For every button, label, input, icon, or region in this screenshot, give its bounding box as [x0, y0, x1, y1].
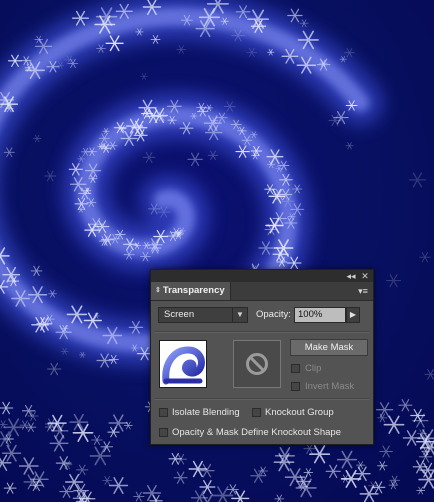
artwork-thumbnail[interactable] [159, 340, 207, 388]
close-icon[interactable]: ✕ [359, 270, 371, 282]
blend-mode-value: Screen [164, 309, 195, 320]
invert-mask-checkbox[interactable] [291, 382, 300, 391]
make-mask-button[interactable]: Make Mask [290, 339, 368, 356]
opacity-input[interactable]: 100% [294, 307, 346, 323]
isolate-blending-label: Isolate Blending [172, 407, 240, 418]
knockout-group-checkbox[interactable] [252, 408, 261, 417]
blend-mode-dropdown[interactable]: Screen ▼ [158, 307, 248, 323]
knockout-group-label: Knockout Group [265, 407, 334, 418]
opacity-slider-arrow-icon[interactable]: ▶ [346, 307, 360, 323]
panel-tab-row: ⇕ Transparency ▾≡ [151, 282, 373, 301]
no-mask-icon [246, 353, 268, 375]
opacity-mask-knockout-label: Opacity & Mask Define Knockout Shape [172, 427, 341, 438]
invert-mask-label: Invert Mask [305, 381, 355, 392]
clip-checkbox[interactable] [291, 364, 300, 373]
chevron-down-icon[interactable]: ▼ [232, 308, 247, 322]
panel-titlebar: ◂◂ ✕ [151, 270, 373, 282]
up-down-arrows-icon: ⇕ [155, 287, 161, 294]
isolate-blending-checkbox[interactable] [159, 408, 168, 417]
tab-transparency[interactable]: ⇕ Transparency [151, 282, 231, 300]
clip-label: Clip [305, 363, 322, 374]
opacity-mask-thumbnail[interactable] [233, 340, 281, 388]
double-chevron-left-icon[interactable]: ◂◂ [345, 270, 357, 282]
transparency-panel: ◂◂ ✕ ⇕ Transparency ▾≡ Screen ▼ Opacity: … [150, 269, 374, 445]
tab-label: Transparency [162, 285, 225, 296]
opacity-mask-knockout-checkbox[interactable] [159, 428, 168, 437]
spiral-thumbnail-icon [162, 346, 205, 385]
divider [155, 398, 369, 400]
divider [155, 331, 369, 333]
opacity-label: Opacity: [256, 309, 291, 320]
panel-menu-icon[interactable]: ▾≡ [356, 285, 370, 297]
